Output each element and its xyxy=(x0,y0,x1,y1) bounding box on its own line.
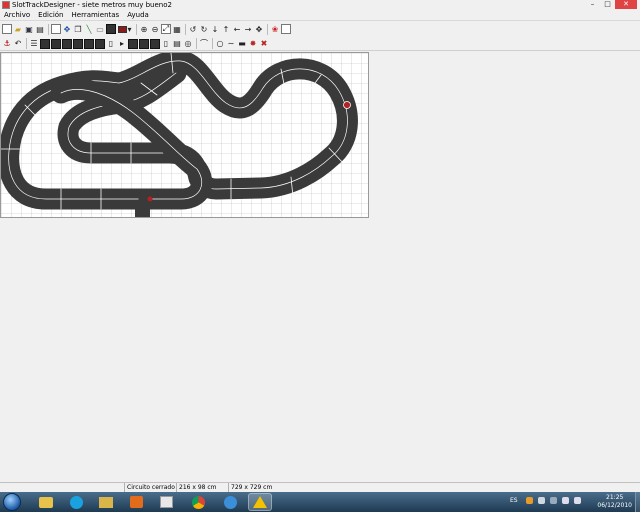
color-picker-icon[interactable]: ▾ xyxy=(117,24,133,34)
language-indicator[interactable]: ES xyxy=(510,497,518,504)
zoom-fit-icon[interactable]: ⤢ xyxy=(161,24,171,34)
start-box[interactable] xyxy=(135,207,150,217)
rotate-right-icon[interactable]: ↻ xyxy=(199,24,209,34)
piece-b-icon[interactable]: ▯ xyxy=(106,39,116,49)
arrow-right-icon[interactable]: → xyxy=(243,24,253,34)
taskbar-skype-icon[interactable] xyxy=(64,493,88,511)
move-all-icon[interactable]: ✥ xyxy=(254,24,264,34)
menu-archivo[interactable]: Archivo xyxy=(0,11,34,19)
taskbar-explorer-icon[interactable] xyxy=(34,493,58,511)
curve-icon[interactable] xyxy=(84,38,94,49)
piece-e-icon[interactable] xyxy=(150,38,160,49)
minimize-button[interactable]: – xyxy=(585,0,600,9)
zoom-out-icon[interactable]: ⊖ xyxy=(150,24,160,34)
straight-1-icon[interactable] xyxy=(40,38,50,49)
maximize-button[interactable]: □ xyxy=(600,0,615,9)
piece-h-icon[interactable]: ◎ xyxy=(183,39,193,49)
undo-icon[interactable]: ↶ xyxy=(13,39,23,49)
zoom-in-icon[interactable]: ⊕ xyxy=(139,24,149,34)
clock-date: 06/12/2010 xyxy=(597,502,632,509)
taskbar: ES 21:25 06/12/2010 xyxy=(0,492,640,512)
save-icon[interactable]: ▣ xyxy=(24,24,34,34)
open-icon[interactable]: ▰ xyxy=(13,24,23,34)
new-icon[interactable] xyxy=(2,24,12,34)
cross-icon[interactable]: ✖ xyxy=(259,39,269,49)
rotate-left-icon[interactable]: ↺ xyxy=(188,24,198,34)
pieces-toolbar: ⚓ ↶ ☰ ▯ ▸ ▯ ▤ ◎ ⌒ ○ ∼ ▬ ✸ ✖ xyxy=(0,37,640,51)
color-swatch[interactable] xyxy=(118,25,128,33)
taskbar-ie-icon[interactable] xyxy=(218,493,242,511)
piece-g-icon[interactable]: ▤ xyxy=(172,39,182,49)
network-icon[interactable] xyxy=(550,497,557,504)
close-button[interactable]: ✕ xyxy=(615,0,637,9)
status-bar: Circuito cerrado 216 x 98 cm 729 x 729 c… xyxy=(0,482,640,493)
menu-herramientas[interactable]: Herramientas xyxy=(68,11,124,19)
clock[interactable]: 21:25 06/12/2010 xyxy=(597,494,632,510)
move-icon[interactable]: ✥ xyxy=(62,24,72,34)
volume-icon[interactable] xyxy=(574,497,581,504)
lap-counter-marker[interactable] xyxy=(343,101,351,109)
workspace-empty-area xyxy=(369,52,640,484)
menu-bar: Archivo Edición Herramientas Ayuda xyxy=(0,10,640,21)
page-icon[interactable] xyxy=(51,24,61,34)
menu-ayuda[interactable]: Ayuda xyxy=(123,11,153,19)
eraser-icon[interactable]: ▭ xyxy=(95,24,105,34)
piece-c-icon[interactable] xyxy=(128,38,138,49)
show-desktop-button[interactable] xyxy=(635,492,640,512)
hairpin-icon[interactable]: ○ xyxy=(215,39,225,49)
system-tray: ES 21:25 06/12/2010 xyxy=(504,492,640,512)
anchor-icon[interactable]: ⚓ xyxy=(2,39,12,49)
tray-app-icon[interactable] xyxy=(526,497,533,504)
blank-icon[interactable] xyxy=(281,24,291,34)
grid-icon[interactable]: ▦ xyxy=(172,24,182,34)
arrow-up-icon[interactable]: ↑ xyxy=(221,24,231,34)
play-icon[interactable]: ▸ xyxy=(117,39,127,49)
track-drawing[interactable] xyxy=(1,53,368,217)
window-controls: – □ ✕ xyxy=(585,0,637,9)
start-button[interactable] xyxy=(3,493,21,511)
taskbar-slottrackdesigner-icon[interactable] xyxy=(248,493,272,511)
piece-f-icon[interactable]: ▯ xyxy=(161,39,171,49)
clock-time: 21:25 xyxy=(606,494,624,501)
taskbar-media-player-icon[interactable] xyxy=(124,493,148,511)
menu-edicion[interactable]: Edición xyxy=(34,11,67,19)
taskbar-chrome-icon[interactable] xyxy=(186,493,210,511)
decorate-icon[interactable]: ❀ xyxy=(270,24,280,34)
flag-icon[interactable] xyxy=(538,497,545,504)
taskbar-folder-icon[interactable] xyxy=(94,493,118,511)
print-icon[interactable]: ▤ xyxy=(35,24,45,34)
track-canvas[interactable] xyxy=(0,52,369,218)
app-icon xyxy=(2,1,10,9)
arrow-left-icon[interactable]: ← xyxy=(232,24,242,34)
bridge-icon[interactable]: ⌒ xyxy=(199,39,209,49)
copy-icon[interactable]: ❐ xyxy=(73,24,83,34)
straight-2-icon[interactable] xyxy=(51,38,61,49)
paint-icon[interactable]: ╲ xyxy=(84,24,94,34)
crossover-icon[interactable] xyxy=(73,38,83,49)
arrow-down-icon[interactable]: ↓ xyxy=(210,24,220,34)
start-marker[interactable] xyxy=(147,196,153,202)
lane-change-icon[interactable]: ☰ xyxy=(29,39,39,49)
dash-icon[interactable]: ▬ xyxy=(237,39,247,49)
window-title: SlotTrackDesigner - siete metros muy bue… xyxy=(12,1,172,9)
main-toolbar: ▰ ▣ ▤ ✥ ❐ ╲ ▭ ▾ ⊕ ⊖ ⤢ ▦ ↺ ↻ ↓ ↑ ← → ✥ ❀ xyxy=(0,22,640,36)
battery-icon[interactable] xyxy=(562,497,569,504)
title-bar: SlotTrackDesigner - siete metros muy bue… xyxy=(0,0,640,10)
taskbar-paint-icon[interactable] xyxy=(154,493,178,511)
box-icon[interactable] xyxy=(106,24,116,34)
piece-a-icon[interactable] xyxy=(95,38,105,49)
stop-icon[interactable]: ✸ xyxy=(248,39,258,49)
piece-d-icon[interactable] xyxy=(139,38,149,49)
chicane-icon[interactable]: ∼ xyxy=(226,39,236,49)
straight-3-icon[interactable] xyxy=(62,38,72,49)
